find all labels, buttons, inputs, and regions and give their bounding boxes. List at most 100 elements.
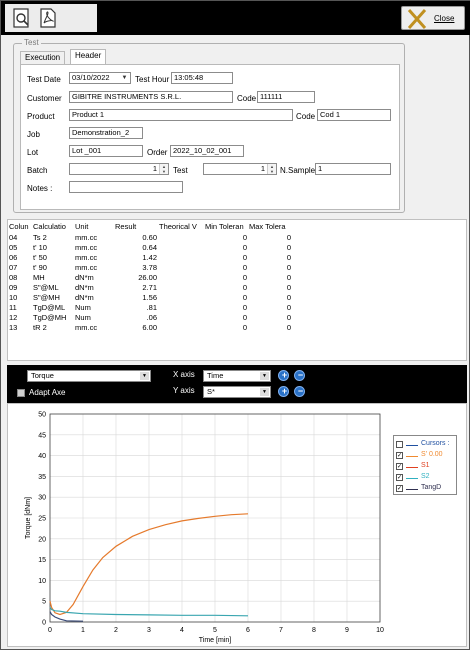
table-row[interactable]: 07 t' 90 mm.cc 3.78 0 0: [8, 262, 292, 272]
test-date-field[interactable]: 03/10/2022 ▼: [69, 72, 131, 84]
order-field[interactable]: 2022_10_02_001: [170, 145, 244, 157]
zoom-out-x-icon[interactable]: −: [294, 370, 305, 381]
y-axis-select[interactable]: S* ▼: [203, 386, 271, 398]
column-header[interactable]: Theorical V: [158, 220, 204, 232]
legend-label: S1: [421, 462, 430, 469]
table-cell: [158, 302, 204, 312]
table-cell: tR 2: [33, 322, 47, 332]
column-header[interactable]: Unit: [74, 220, 114, 232]
legend-swatch: [406, 478, 418, 479]
customer-label: Customer: [27, 94, 62, 103]
product-field[interactable]: Product 1: [69, 109, 293, 121]
batch-spinner[interactable]: 1 ▲ ▼: [69, 163, 169, 175]
legend-item[interactable]: ✓ S2: [396, 473, 456, 483]
legend-item[interactable]: ✓ TangD: [396, 484, 456, 494]
test-label: Test: [173, 166, 188, 175]
test-hour-field[interactable]: 13:05:48: [171, 72, 233, 84]
table-row[interactable]: 11 TgD@ML Num .81 0 0: [8, 302, 292, 312]
x-tick-label: 7: [279, 627, 283, 634]
notes-field[interactable]: [69, 181, 183, 193]
adapt-axe-label: Adapt Axe: [29, 388, 66, 397]
table-cell: t' 90: [33, 262, 47, 272]
table-cell: 0.64: [142, 242, 157, 252]
column-header[interactable]: Result: [114, 220, 158, 232]
table-cell: [158, 252, 204, 262]
table-row[interactable]: 09 S"@ML dN*m 2.71 0 0: [8, 282, 292, 292]
job-field[interactable]: Demonstration_2: [69, 127, 143, 139]
table-cell: 0: [242, 232, 247, 242]
product-code-field[interactable]: Cod 1: [317, 109, 391, 121]
table-row[interactable]: 08 MH dN*m 26.00 0 0: [8, 272, 292, 282]
legend-item[interactable]: Cursors :: [396, 440, 456, 450]
top-toolbar: Close: [1, 1, 470, 35]
table-cell: 0: [286, 282, 291, 292]
chevron-down-icon[interactable]: ▼: [260, 372, 269, 380]
search-document-icon[interactable]: [11, 7, 33, 29]
table-row[interactable]: 13 tR 2 mm.cc 6.00 0 0: [8, 322, 292, 332]
table-cell: 1.56: [142, 292, 157, 302]
checkbox-checked-icon[interactable]: ✓: [396, 485, 403, 492]
checkbox-checked-icon[interactable]: ✓: [396, 452, 403, 459]
test-spinner[interactable]: 1 ▲ ▼: [203, 163, 277, 175]
legend-item[interactable]: ✓ S' 0.00: [396, 451, 456, 461]
table-cell: S"@ML: [33, 282, 59, 292]
column-header[interactable]: Calculatio: [32, 220, 74, 232]
x-axis-select[interactable]: Time ▼: [203, 370, 271, 382]
x-tick-label: 1: [81, 627, 85, 634]
pdf-icon[interactable]: [37, 7, 59, 29]
column-header[interactable]: Min Toleran: [204, 220, 248, 232]
legend-label: S2: [421, 473, 430, 480]
legend-label: S' 0.00: [421, 451, 443, 458]
tab-execution[interactable]: Execution: [20, 51, 66, 64]
checkbox-checked-icon[interactable]: ✓: [396, 463, 403, 470]
zoom-out-y-icon[interactable]: −: [294, 386, 305, 397]
column-header[interactable]: Max Tolera: [248, 220, 292, 232]
table-row[interactable]: 10 S"@MH dN*m 1.56 0 0: [8, 292, 292, 302]
table-row[interactable]: 12 TgD@MH Num .06 0 0: [8, 312, 292, 322]
customer-field[interactable]: GIBITRE INSTRUMENTS S.R.L.: [69, 91, 233, 103]
zoom-in-y-icon[interactable]: +: [278, 386, 289, 397]
table-cell: [158, 242, 204, 252]
column-header[interactable]: Colun: [8, 220, 32, 232]
customer-code-field[interactable]: 111111: [257, 91, 315, 103]
zoom-in-x-icon[interactable]: +: [278, 370, 289, 381]
tab-header[interactable]: Header: [70, 49, 107, 64]
checkbox-unchecked-icon[interactable]: [396, 441, 403, 448]
close-button[interactable]: Close: [401, 6, 465, 30]
adapt-axe-checkbox[interactable]: [17, 389, 25, 397]
spinner-arrows-icon[interactable]: ▲ ▼: [159, 164, 168, 174]
job-label: Job: [27, 130, 40, 139]
table-cell: 0: [286, 242, 291, 252]
table-cell: 09: [9, 282, 18, 292]
chevron-down-icon[interactable]: ▼: [260, 388, 269, 396]
chevron-down-icon[interactable]: ▼: [140, 372, 149, 380]
lot-field[interactable]: Lot _001: [69, 145, 143, 157]
y-tick-label: 0: [42, 620, 46, 627]
batch-value: 1: [152, 164, 157, 173]
graph-select[interactable]: Torque ▼: [27, 370, 151, 382]
checkbox-checked-icon[interactable]: ✓: [396, 474, 403, 481]
table-cell: 26.00: [138, 272, 157, 282]
table-cell: MH: [33, 272, 45, 282]
legend-label: Cursors :: [421, 440, 450, 447]
nsample-field[interactable]: 1: [315, 163, 391, 175]
x-axis-label: X axis: [173, 370, 195, 379]
table-cell: 11: [9, 302, 17, 312]
table-row[interactable]: 04 Ts 2 mm.cc 0.60 0 0: [8, 232, 292, 242]
table-cell: TgD@MH: [33, 312, 67, 322]
table-cell: 08: [9, 272, 18, 282]
test-hour-label: Test Hour: [135, 75, 170, 84]
x-tick-label: 2: [114, 627, 118, 634]
table-row[interactable]: 05 t' 10 mm.cc 0.64 0 0: [8, 242, 292, 252]
table-cell: t' 50: [33, 252, 47, 262]
x-tick-label: 3: [147, 627, 151, 634]
table-cell: [158, 322, 204, 332]
legend-label: TangD: [421, 484, 442, 491]
x-tick-label: 10: [376, 627, 384, 634]
legend-swatch: [406, 445, 418, 446]
spinner-arrows-icon[interactable]: ▲ ▼: [267, 164, 276, 174]
table-cell: 06: [9, 252, 18, 262]
legend-item[interactable]: ✓ S1: [396, 462, 456, 472]
table-row[interactable]: 06 t' 50 mm.cc 1.42 0 0: [8, 252, 292, 262]
chevron-down-icon[interactable]: ▼: [120, 74, 129, 82]
